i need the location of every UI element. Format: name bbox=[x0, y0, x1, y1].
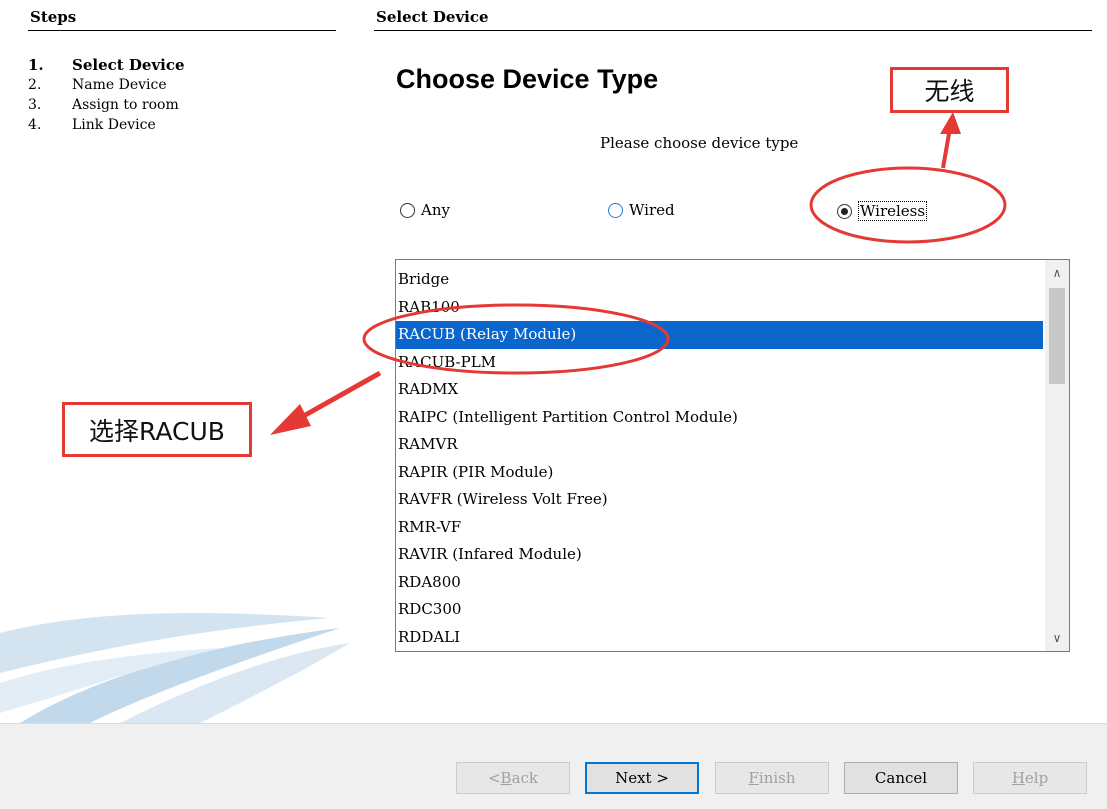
page-header: Select Device bbox=[376, 8, 489, 26]
list-item[interactable]: RACUB-PLM bbox=[396, 349, 1043, 377]
step-item-assign-room: 3. Assign to room bbox=[28, 97, 179, 113]
list-item[interactable]: RADMX bbox=[396, 376, 1043, 404]
steps-title: Steps bbox=[30, 8, 77, 26]
header-divider bbox=[374, 30, 1092, 31]
list-item[interactable]: RMR-VF bbox=[396, 514, 1043, 542]
device-list: Bridge RAB100 RACUB (Relay Module) RACUB… bbox=[396, 266, 1043, 651]
radio-wireless-label: Wireless bbox=[858, 201, 928, 221]
list-item[interactable]: RDDALI bbox=[396, 624, 1043, 652]
radio-wireless-circle[interactable] bbox=[837, 203, 852, 219]
list-item[interactable]: RAIPC (Intelligent Partition Control Mod… bbox=[396, 404, 1043, 432]
page-title: Choose Device Type bbox=[396, 64, 659, 94]
scroll-down-icon[interactable]: ∨ bbox=[1045, 627, 1069, 649]
list-item[interactable]: RAVFR (Wireless Volt Free) bbox=[396, 486, 1043, 514]
radio-wired[interactable]: Wired bbox=[608, 201, 675, 219]
device-type-listbox[interactable]: Bridge RAB100 RACUB (Relay Module) RACUB… bbox=[395, 259, 1070, 652]
cancel-button[interactable]: Cancel bbox=[844, 762, 958, 794]
step-item-name-device: 2. Name Device bbox=[28, 77, 167, 93]
steps-divider bbox=[28, 30, 336, 31]
radio-any[interactable]: Any bbox=[400, 201, 450, 219]
step-item-select-device: 1. Select Device bbox=[28, 56, 185, 74]
wireless-annotation-label: 无线 bbox=[890, 67, 1009, 113]
select-racub-annotation-label: 选择RACUB bbox=[62, 402, 252, 457]
scroll-up-icon[interactable]: ∧ bbox=[1045, 262, 1069, 284]
list-item[interactable]: RAMVR bbox=[396, 431, 1043, 459]
list-item[interactable]: RAB100 bbox=[396, 294, 1043, 322]
list-item[interactable]: Bridge bbox=[396, 266, 1043, 294]
list-item[interactable]: RDC300 bbox=[396, 596, 1043, 624]
list-item[interactable]: RAPIR (PIR Module) bbox=[396, 459, 1043, 487]
scroll-thumb[interactable] bbox=[1049, 288, 1065, 384]
radio-wired-circle[interactable] bbox=[608, 202, 623, 218]
step-item-link-device: 4. Link Device bbox=[28, 117, 156, 133]
radio-any-label: Any bbox=[421, 201, 450, 219]
instruction-text: Please choose device type bbox=[600, 134, 799, 152]
radio-any-circle[interactable] bbox=[400, 202, 415, 218]
radio-wireless[interactable]: Wireless bbox=[837, 201, 928, 221]
vertical-scrollbar[interactable]: ∧ ∨ bbox=[1045, 260, 1069, 651]
finish-button[interactable]: Finish bbox=[715, 762, 829, 794]
list-item[interactable]: RAVIR (Infared Module) bbox=[396, 541, 1043, 569]
decorative-swoosh-graphic bbox=[0, 613, 350, 723]
list-item-selected[interactable]: RACUB (Relay Module) bbox=[396, 321, 1043, 349]
next-button[interactable]: Next > bbox=[585, 762, 699, 794]
steps-panel: Steps 1. Select Device 2. Name Device 3. As… bbox=[0, 0, 358, 723]
radio-wired-label: Wired bbox=[629, 201, 675, 219]
help-button[interactable]: Help bbox=[973, 762, 1087, 794]
list-item[interactable]: RDA800 bbox=[396, 569, 1043, 597]
back-button[interactable]: < Back bbox=[456, 762, 570, 794]
wizard-footer: < Back Next > Finish Cancel Help bbox=[0, 723, 1107, 809]
steps-list: 1. Select Device 2. Name Device 3. Assign t… bbox=[28, 55, 185, 135]
